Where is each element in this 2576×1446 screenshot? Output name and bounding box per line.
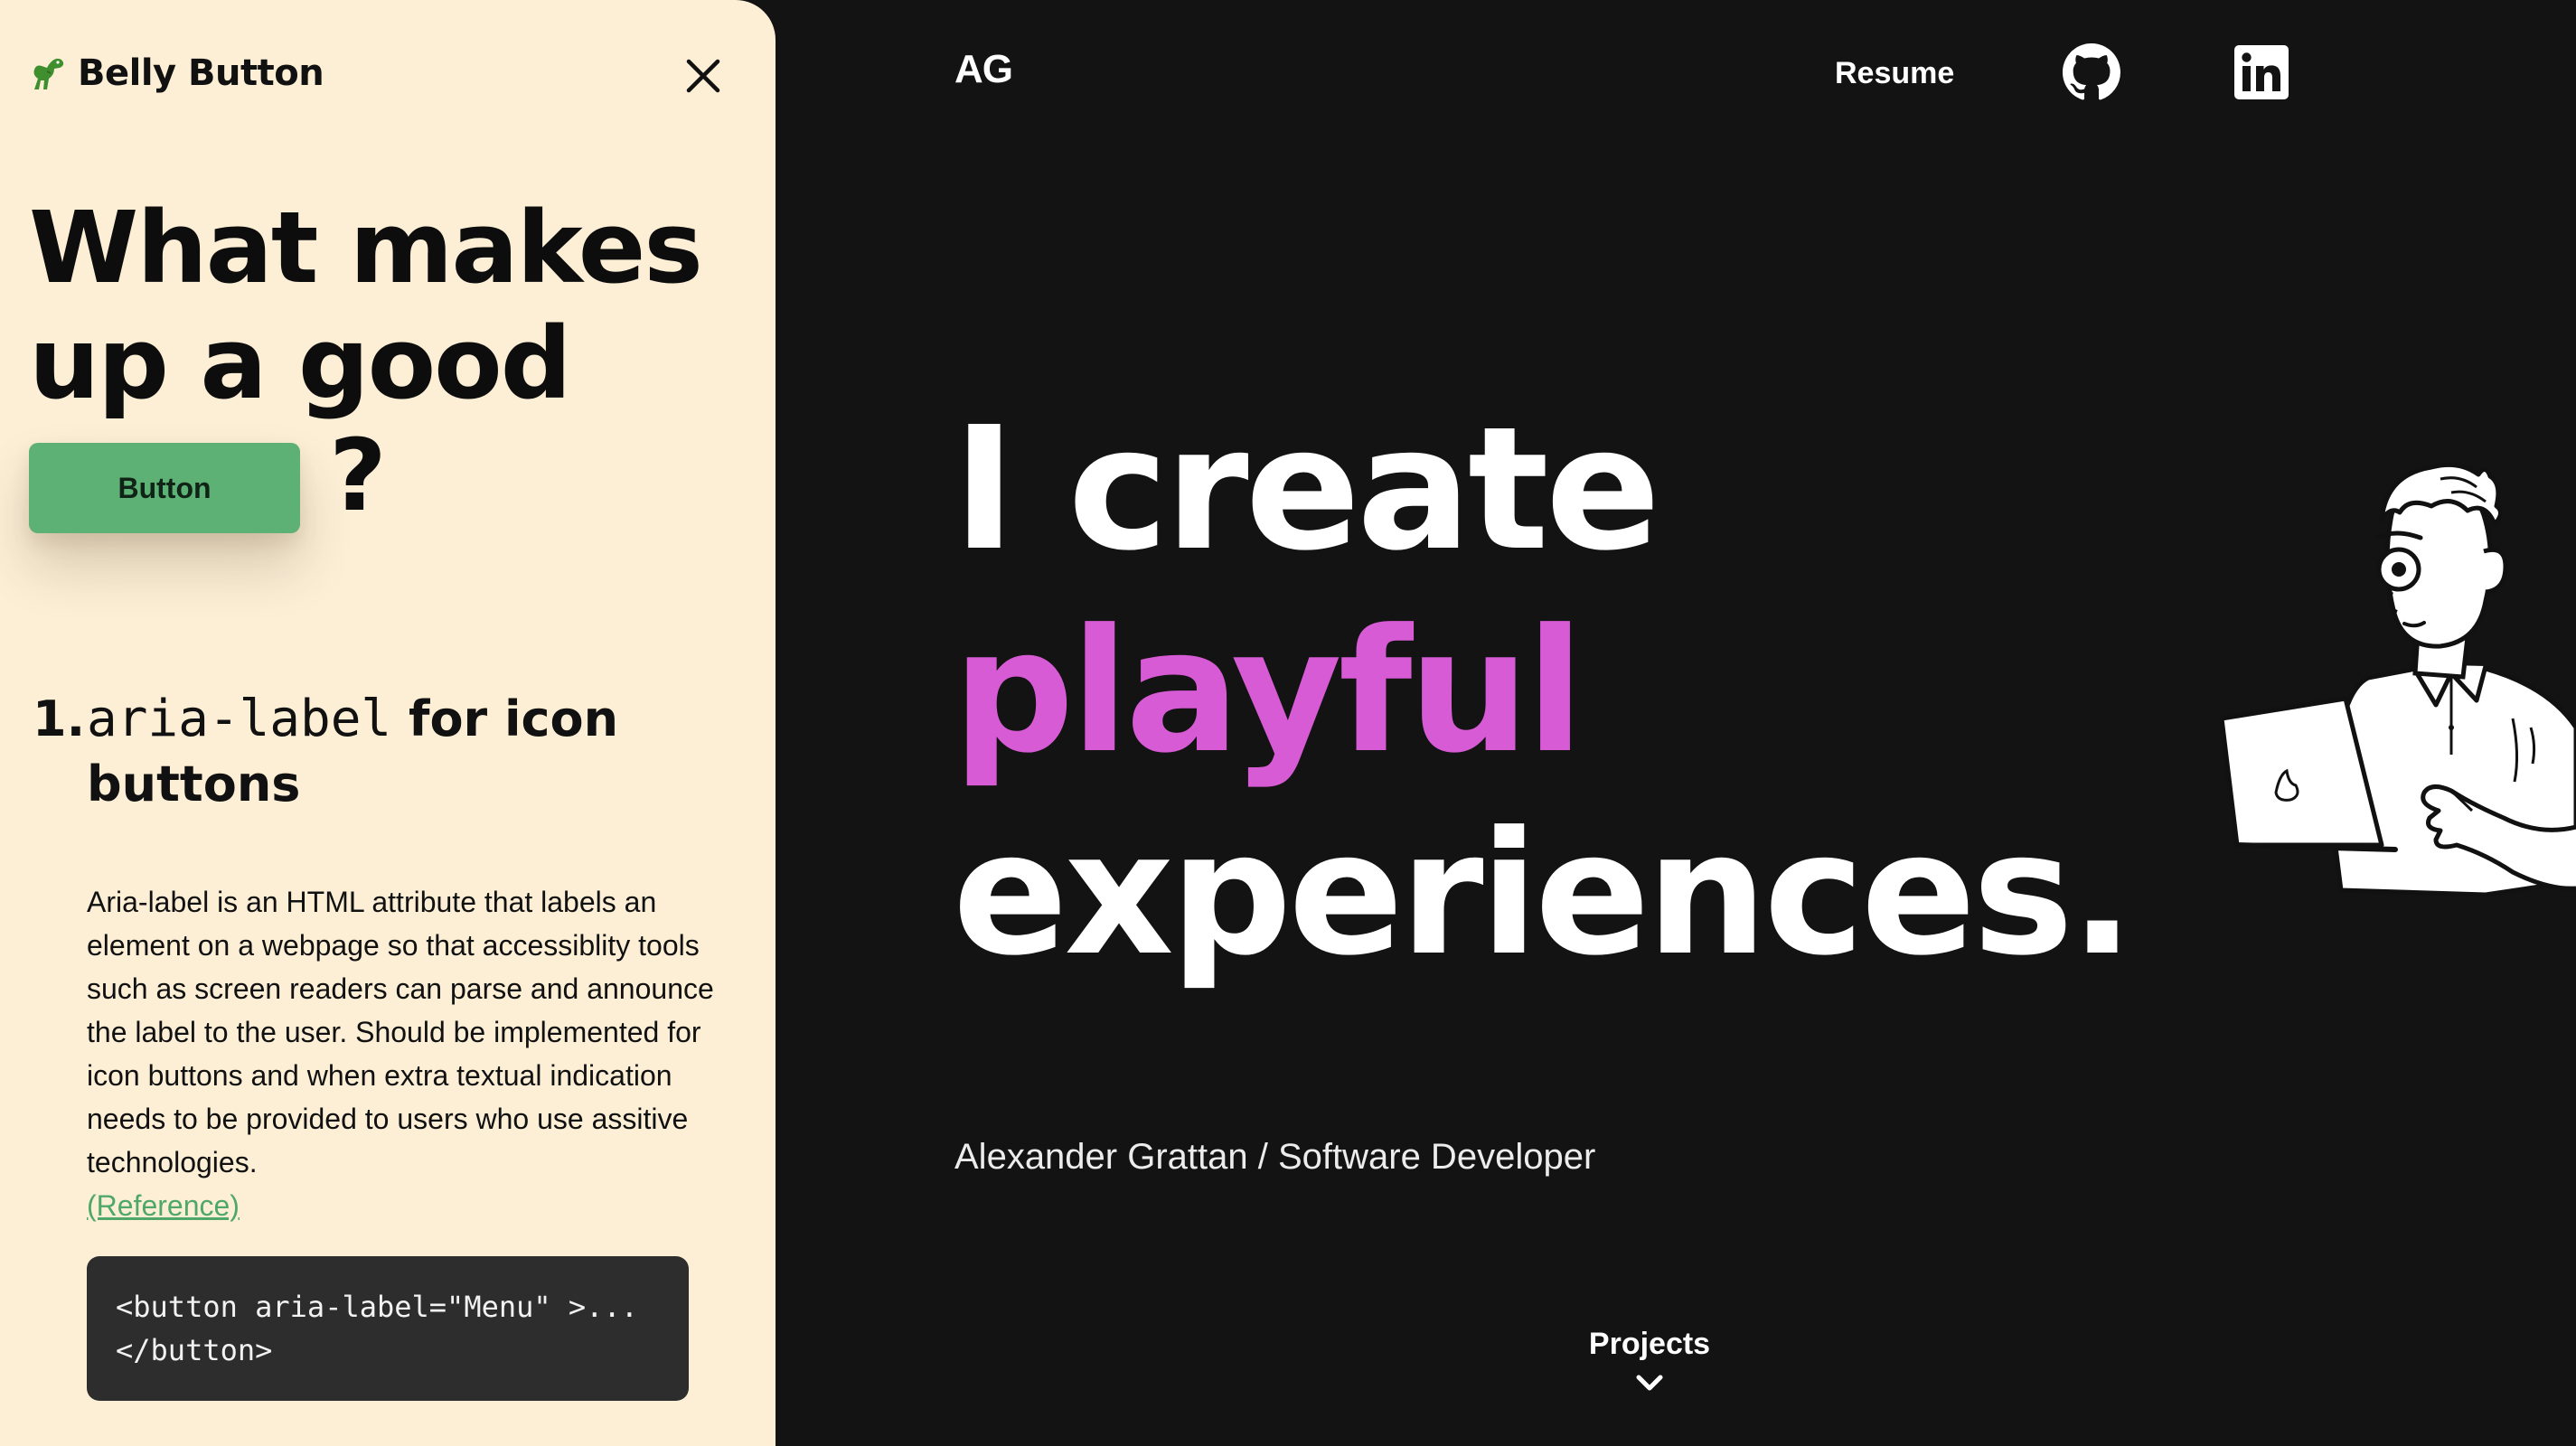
section-title: 1. aria-label for icon buttons bbox=[33, 687, 719, 817]
headline-question-mark: ? bbox=[329, 418, 387, 533]
section-number: 1. bbox=[33, 690, 86, 747]
section-title-body: aria-label for icon buttons bbox=[33, 687, 719, 817]
demo-button[interactable]: Button bbox=[29, 443, 300, 533]
headline-line-1: What makes bbox=[29, 190, 703, 305]
close-button[interactable] bbox=[680, 52, 727, 99]
reference-link[interactable]: (Reference) bbox=[87, 1184, 240, 1227]
dinosaur-icon bbox=[27, 55, 65, 91]
hero-subtitle: Alexander Grattan / Software Developer bbox=[954, 1137, 1596, 1177]
hero-line-3: experiences. bbox=[953, 795, 2135, 993]
section-description: Aria-label is an HTML attribute that lab… bbox=[87, 886, 714, 1178]
headline-line-2: up a good bbox=[29, 305, 572, 421]
projects-label: Projects bbox=[1588, 1327, 1711, 1361]
linkedin-icon bbox=[2234, 45, 2289, 99]
chevron-down-icon bbox=[1636, 1375, 1663, 1391]
section-code-word: aria-label bbox=[87, 690, 392, 748]
github-icon bbox=[2063, 43, 2120, 100]
nav-github-link[interactable] bbox=[2063, 43, 2120, 101]
hero-heading: I create playful experiences. bbox=[953, 389, 2135, 996]
nav-linkedin-link[interactable] bbox=[2234, 45, 2289, 99]
panel-title: Belly Button bbox=[78, 52, 324, 94]
panel-headline: What makes up a good bbox=[29, 190, 734, 421]
developer-with-laptop-illustration bbox=[2214, 456, 2576, 926]
close-icon bbox=[686, 59, 720, 93]
site-logo[interactable]: AG bbox=[954, 47, 1013, 92]
panel-header: Belly Button bbox=[27, 52, 324, 94]
hero-line-1: I create bbox=[953, 390, 1660, 588]
belly-button-panel: Belly Button What makes up a good Button… bbox=[0, 0, 776, 1446]
projects-scroll-link[interactable]: Projects bbox=[1573, 1327, 1726, 1396]
hero-line-2-accent: playful bbox=[953, 593, 1584, 791]
nav-resume-link[interactable]: Resume bbox=[1835, 56, 1954, 91]
code-snippet: <button aria-label="Menu" >... </button> bbox=[87, 1256, 689, 1401]
